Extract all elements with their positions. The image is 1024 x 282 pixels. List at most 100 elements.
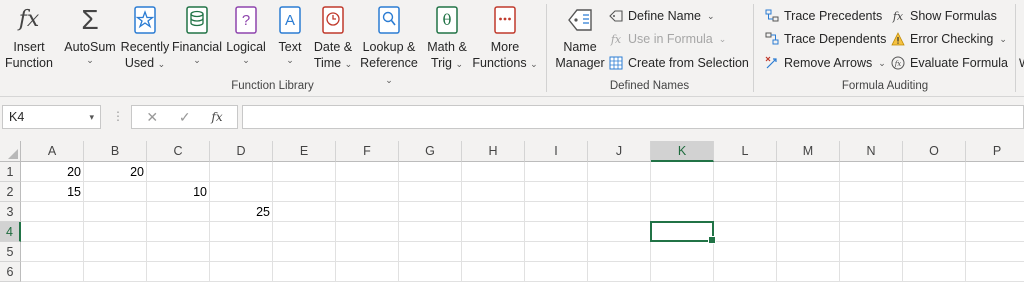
insert-function-label-2: Function bbox=[5, 56, 53, 70]
formula-input[interactable] bbox=[242, 105, 1024, 129]
error-checking-button[interactable]: Error Checking ⌄ bbox=[890, 29, 1007, 49]
cell-c2[interactable]: 10 bbox=[147, 182, 210, 202]
recently-used-label-1: Recently bbox=[120, 40, 170, 54]
gridline bbox=[839, 162, 840, 282]
chevron-down-icon[interactable]: ▾ bbox=[89, 112, 94, 123]
column-header-k[interactable]: K bbox=[651, 141, 714, 162]
gridline bbox=[21, 241, 1024, 242]
column-header-p[interactable]: P bbox=[966, 141, 1024, 162]
grid-selection-icon bbox=[608, 55, 624, 71]
magnifier-book-icon bbox=[373, 4, 405, 36]
math-trig-label-2: Trig ⌄ bbox=[430, 56, 464, 70]
formula-auditing-group-label: Formula Auditing bbox=[841, 80, 929, 92]
enter-icon[interactable]: ✓ bbox=[179, 109, 191, 126]
theta-book-icon: θ bbox=[431, 4, 463, 36]
clock-book-icon bbox=[317, 4, 349, 36]
cell-d3[interactable]: 25 bbox=[210, 202, 273, 222]
name-manager-button[interactable]: Name Manager bbox=[554, 4, 606, 71]
sigma-icon: Σ bbox=[81, 4, 99, 35]
column-header-l[interactable]: L bbox=[714, 141, 777, 162]
date-time-label-1: Date & bbox=[313, 40, 353, 54]
use-in-formula-button[interactable]: fx Use in Formula ⌄ bbox=[608, 29, 726, 49]
worksheet-grid[interactable]: A B C D E F G H I J K L M N O P 1 2 3 4 5 6 20 20 15 10 25 bbox=[0, 141, 1024, 282]
cell-b1[interactable]: 20 bbox=[84, 162, 147, 182]
more-functions-label-2: Functions ⌄ bbox=[472, 56, 538, 70]
autosum-label: AutoSum bbox=[64, 40, 116, 54]
row-header-1[interactable]: 1 bbox=[0, 162, 21, 182]
column-header-n[interactable]: N bbox=[840, 141, 903, 162]
warning-icon bbox=[890, 31, 906, 47]
show-formulas-label: Show Formulas bbox=[910, 9, 997, 23]
use-in-formula-label: Use in Formula bbox=[628, 32, 713, 46]
trace-precedents-button[interactable]: Trace Precedents bbox=[764, 6, 882, 26]
column-header-h[interactable]: H bbox=[462, 141, 525, 162]
recently-used-button[interactable]: Recently Used ⌄ bbox=[120, 4, 170, 71]
column-header-a[interactable]: A bbox=[21, 141, 84, 162]
row-header-4[interactable]: 4 bbox=[0, 222, 21, 242]
column-header-d[interactable]: D bbox=[210, 141, 273, 162]
more-functions-button[interactable]: More Functions ⌄ bbox=[472, 4, 538, 71]
date-time-label-2: Time ⌄ bbox=[313, 56, 353, 70]
text-label: Text bbox=[278, 40, 302, 54]
chevron-down-icon: ⌄ bbox=[878, 57, 886, 68]
cancel-icon[interactable]: ✕ bbox=[146, 109, 158, 126]
column-header-o[interactable]: O bbox=[903, 141, 966, 162]
evaluate-formula-label: Evaluate Formula bbox=[910, 56, 1008, 70]
trace-precedents-label: Trace Precedents bbox=[784, 9, 883, 23]
name-box[interactable]: K4 ▾ bbox=[2, 105, 101, 129]
gridline bbox=[965, 162, 966, 282]
name-manager-label-2: Manager bbox=[555, 56, 605, 70]
lookup-reference-button[interactable]: Lookup & Reference ⌄ bbox=[356, 4, 422, 87]
watch-window-label: W bbox=[1019, 56, 1024, 70]
gridline bbox=[524, 162, 525, 282]
financial-button[interactable]: Financial ⌄ bbox=[172, 4, 222, 65]
trace-dependents-button[interactable]: Trace Dependents bbox=[764, 29, 886, 49]
logical-button[interactable]: ? Logical ⌄ bbox=[224, 4, 268, 65]
more-functions-label-1: More bbox=[490, 40, 520, 54]
column-header-j[interactable]: J bbox=[588, 141, 651, 162]
watch-window-button-partial[interactable]: W bbox=[1019, 53, 1024, 73]
row-header-3[interactable]: 3 bbox=[0, 202, 21, 222]
active-cell-selection[interactable] bbox=[650, 221, 716, 244]
tag-icon bbox=[564, 4, 596, 36]
group-separator bbox=[1015, 4, 1016, 92]
text-button[interactable]: A Text ⌄ bbox=[272, 4, 308, 65]
gridline bbox=[21, 221, 1024, 222]
row-header-5[interactable]: 5 bbox=[0, 242, 21, 262]
math-trig-button[interactable]: θ Math & Trig ⌄ bbox=[424, 4, 470, 71]
chevron-down-icon: ⌄ bbox=[999, 33, 1007, 44]
column-header-g[interactable]: G bbox=[399, 141, 462, 162]
create-from-selection-button[interactable]: Create from Selection bbox=[608, 53, 749, 73]
column-header-i[interactable]: I bbox=[525, 141, 588, 162]
function-library-group-label: Function Library bbox=[231, 80, 314, 92]
column-header-f[interactable]: F bbox=[336, 141, 399, 162]
date-time-button[interactable]: Date & Time ⌄ bbox=[310, 4, 356, 71]
define-name-button[interactable]: Define Name ⌄ bbox=[608, 6, 715, 26]
remove-arrows-button[interactable]: Remove Arrows ⌄ bbox=[764, 53, 886, 73]
autosum-button[interactable]: Σ AutoSum ⌄ bbox=[63, 4, 117, 66]
gridline bbox=[776, 162, 777, 282]
math-trig-label-1: Math & bbox=[427, 40, 467, 54]
coins-book-icon bbox=[181, 4, 213, 36]
insert-function-button[interactable]: fx Insert Function bbox=[5, 4, 53, 71]
group-separator bbox=[546, 4, 547, 92]
gridline bbox=[398, 162, 399, 282]
column-header-c[interactable]: C bbox=[147, 141, 210, 162]
column-header-m[interactable]: M bbox=[777, 141, 840, 162]
dots-book-icon bbox=[489, 4, 521, 36]
fx-icon: fx bbox=[18, 7, 40, 32]
svg-text:A: A bbox=[285, 12, 295, 29]
svg-text:fx: fx bbox=[894, 60, 902, 68]
select-all-button[interactable] bbox=[0, 141, 21, 162]
column-header-e[interactable]: E bbox=[273, 141, 336, 162]
row-header-2[interactable]: 2 bbox=[0, 182, 21, 202]
cell-a1[interactable]: 20 bbox=[21, 162, 84, 182]
row-header-6[interactable]: 6 bbox=[0, 262, 21, 282]
evaluate-formula-button[interactable]: fx Evaluate Formula bbox=[890, 53, 1008, 73]
ribbon: fx Insert Function Σ AutoSum ⌄ Recently … bbox=[0, 0, 1024, 97]
show-formulas-button[interactable]: fx Show Formulas bbox=[890, 6, 997, 26]
column-header-b[interactable]: B bbox=[84, 141, 147, 162]
insert-function-icon[interactable]: fx bbox=[211, 110, 222, 124]
cell-a2[interactable]: 15 bbox=[21, 182, 84, 202]
resize-handle-icon[interactable]: ⋮ bbox=[112, 109, 124, 123]
